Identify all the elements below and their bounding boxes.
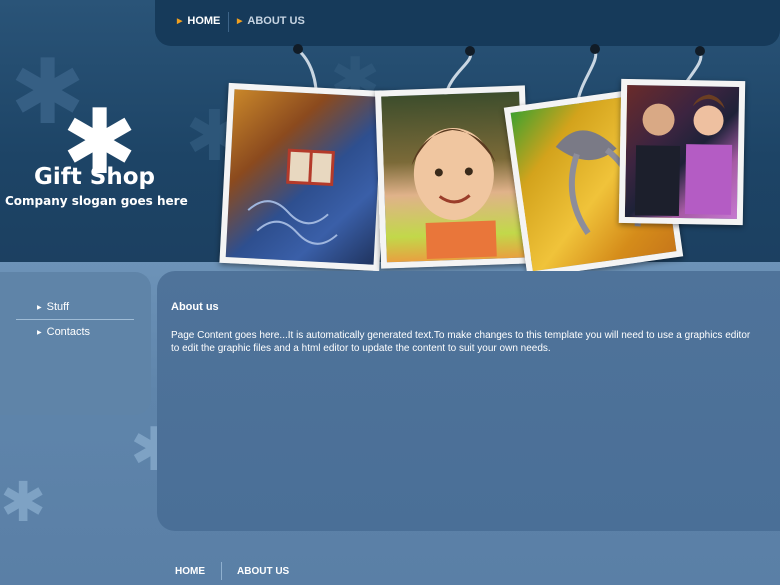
page-title: About us: [171, 301, 219, 313]
sidebar-item-label: Contacts: [46, 326, 91, 338]
footer-divider: [221, 562, 222, 580]
arrow-icon: ▶: [37, 329, 42, 336]
gift-boxes-image: [247, 148, 338, 245]
sidebar: ▶ Stuff ▶ Contacts: [0, 272, 151, 415]
decorative-asterisk: ✱: [0, 470, 47, 534]
page-body-text: Page Content goes here...It is automatic…: [171, 330, 751, 354]
photo-gift-boxes: [219, 82, 389, 272]
footer-link-home[interactable]: HOME: [175, 566, 205, 577]
photo-couple: [618, 78, 746, 226]
arrow-icon: ▶: [37, 304, 42, 311]
sidebar-item-label: Stuff: [46, 301, 70, 313]
sidebar-item-contacts[interactable]: ▶ Contacts: [37, 326, 90, 338]
couple-image: [634, 94, 733, 216]
footer-link-about-us[interactable]: ABOUT US: [237, 566, 289, 577]
sidebar-divider: [16, 319, 134, 320]
main-content: About us Page Content goes here...It is …: [157, 271, 780, 531]
child-image: [411, 127, 497, 259]
sidebar-item-stuff[interactable]: ▶ Stuff: [37, 301, 69, 313]
